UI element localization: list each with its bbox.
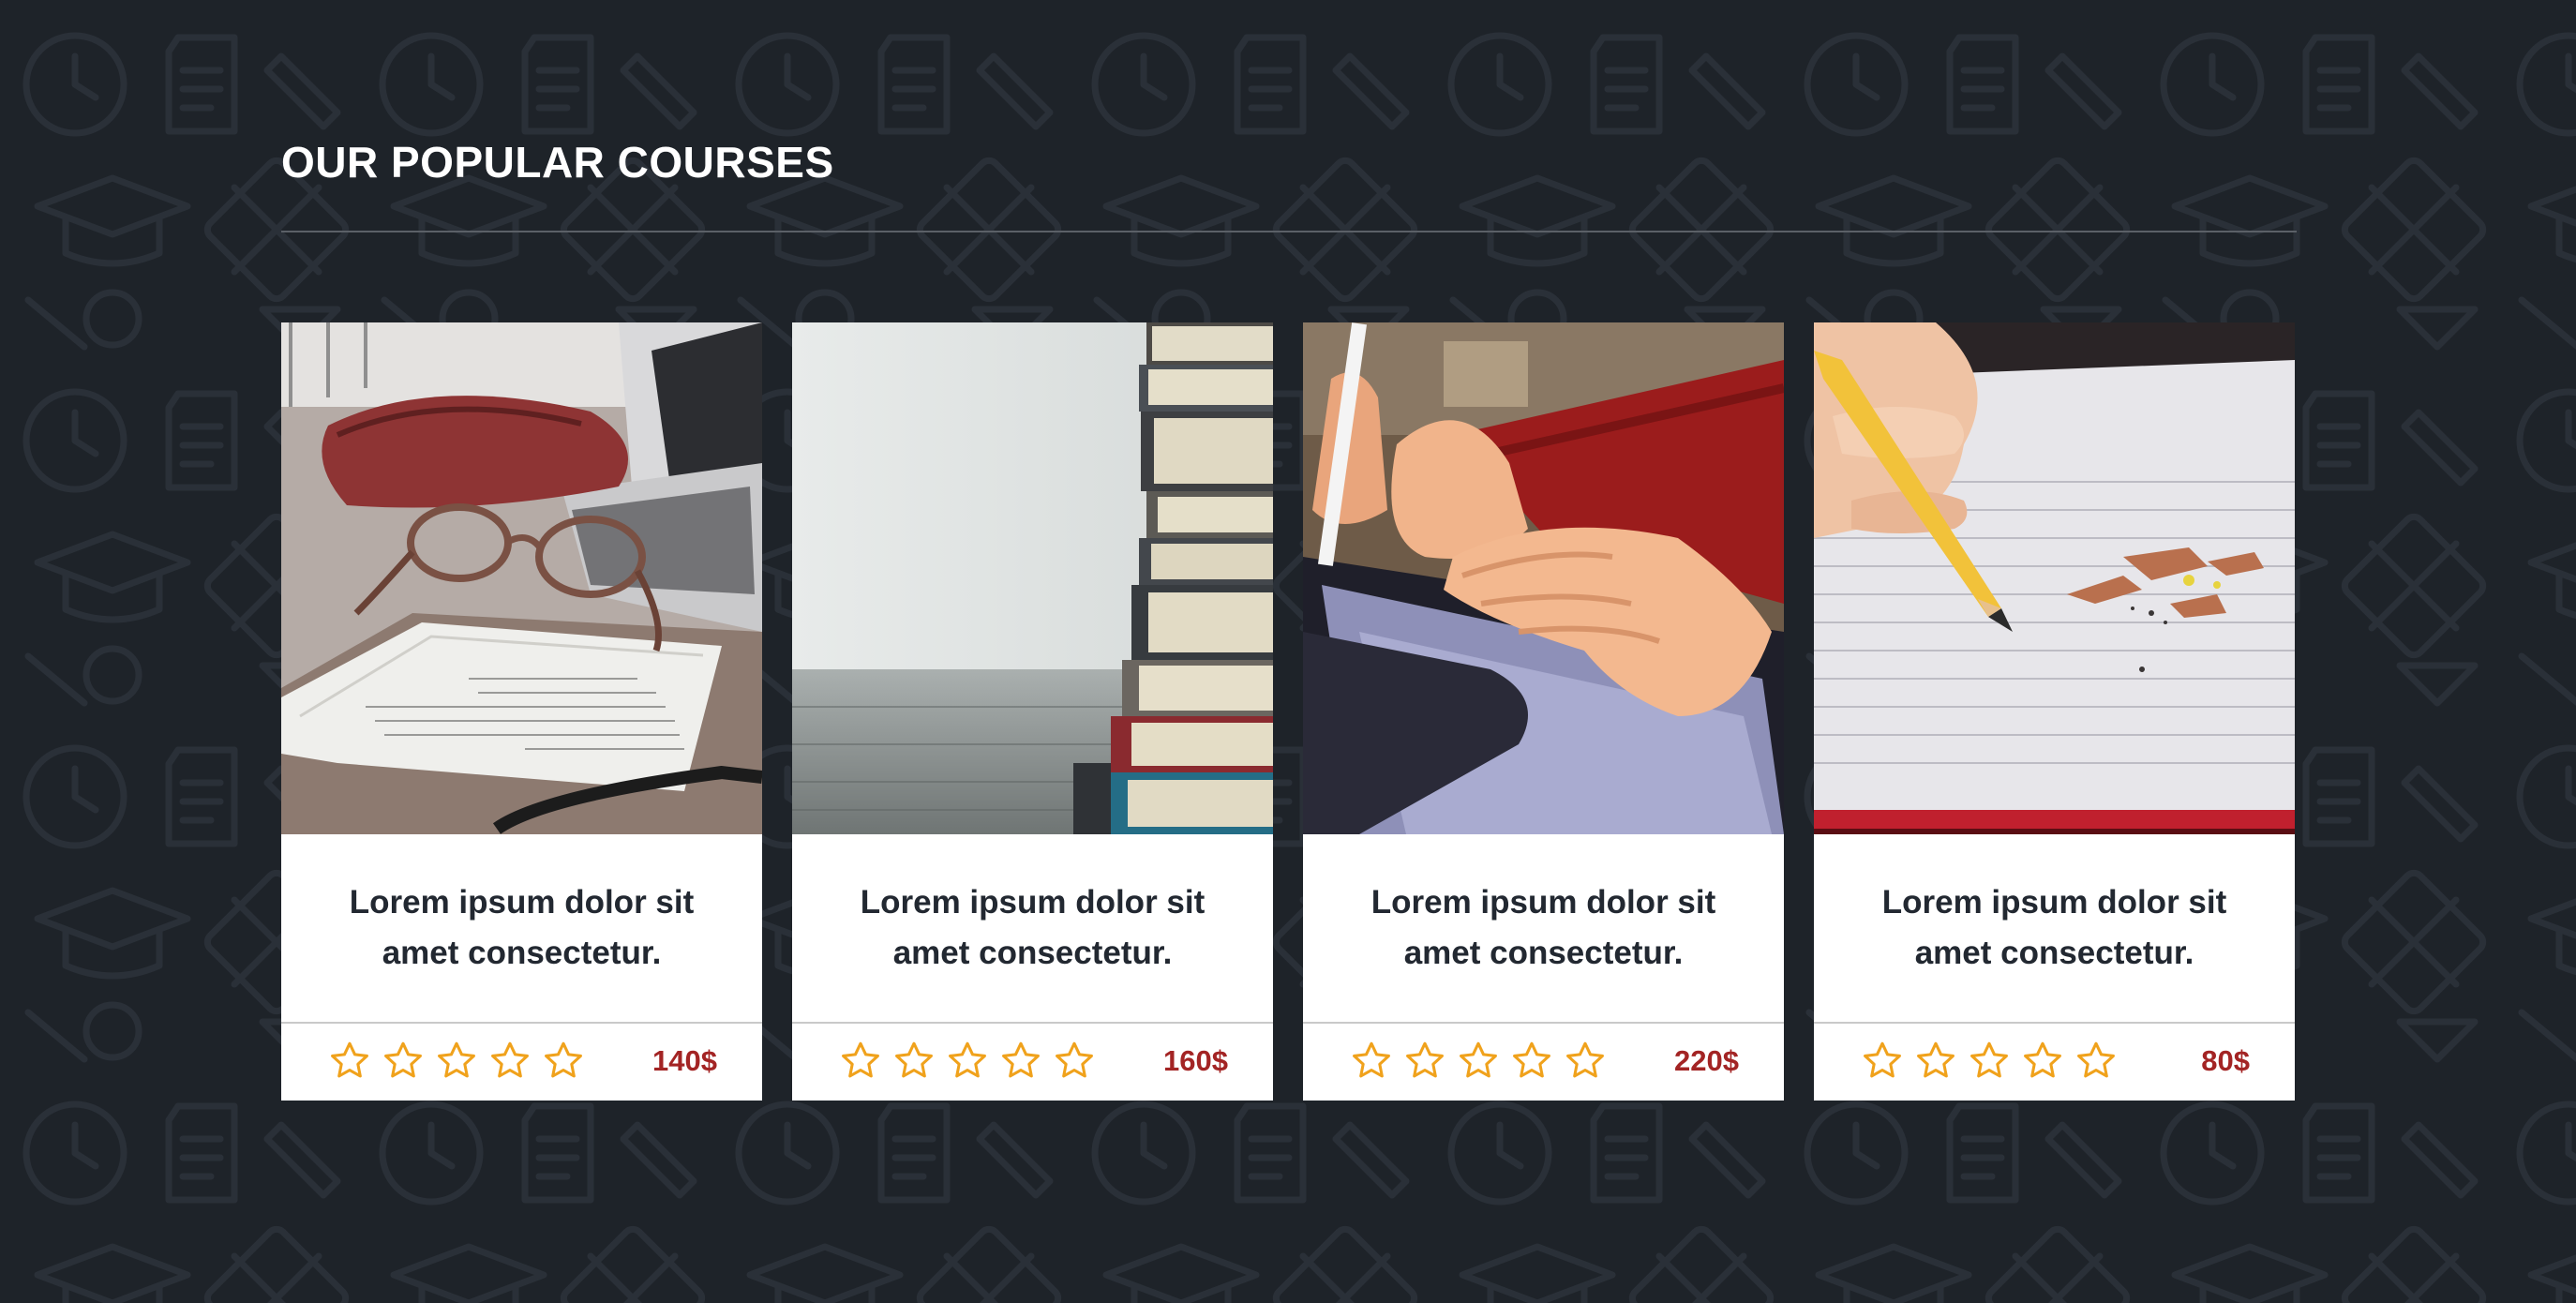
- section-title: OUR POPULAR COURSES: [281, 138, 834, 187]
- star-outline-icon: [1970, 1041, 2008, 1078]
- star-outline-icon: [331, 1041, 368, 1078]
- course-title[interactable]: Lorem ipsum dolor sit amet consectetur.: [836, 877, 1230, 979]
- star-outline-icon: [1406, 1041, 1444, 1078]
- card-footer: 220$: [1303, 1022, 1784, 1099]
- card-footer: 140$: [281, 1022, 762, 1099]
- star-outline-icon: [1513, 1041, 1550, 1078]
- star-outline-icon: [895, 1041, 933, 1078]
- star-outline-icon: [1917, 1041, 1954, 1078]
- course-title[interactable]: Lorem ipsum dolor sit amet consectetur.: [325, 877, 719, 979]
- course-price: 220$: [1674, 1044, 1739, 1077]
- star-outline-icon: [2024, 1041, 2061, 1078]
- course-price: 140$: [652, 1044, 717, 1077]
- star-outline-icon: [2077, 1041, 2115, 1078]
- star-outline-icon: [1056, 1041, 1093, 1078]
- course-card[interactable]: Lorem ipsum dolor sit amet consectetur. …: [792, 322, 1273, 1101]
- star-outline-icon: [1002, 1041, 1040, 1078]
- rating-stars: [1350, 1040, 1607, 1083]
- course-price: 80$: [2201, 1044, 2250, 1077]
- course-title[interactable]: Lorem ipsum dolor sit amet consectetur.: [1347, 877, 1741, 979]
- star-outline-icon: [1864, 1041, 1901, 1078]
- star-outline-icon: [1353, 1041, 1390, 1078]
- card-footer: 80$: [1814, 1022, 2295, 1099]
- rating-stars: [839, 1040, 1096, 1083]
- star-outline-icon: [438, 1041, 475, 1078]
- course-image-tablet[interactable]: [1303, 322, 1784, 834]
- course-title[interactable]: Lorem ipsum dolor sit amet consectetur.: [1858, 877, 2252, 979]
- course-image-books[interactable]: [792, 322, 1273, 834]
- course-image-notebook[interactable]: [281, 322, 762, 834]
- course-card[interactable]: Lorem ipsum dolor sit amet consectetur. …: [1303, 322, 1784, 1101]
- star-outline-icon: [1566, 1041, 1604, 1078]
- course-card[interactable]: Lorem ipsum dolor sit amet consectetur. …: [281, 322, 762, 1101]
- course-image-pencil[interactable]: [1814, 322, 2295, 834]
- star-outline-icon: [1460, 1041, 1497, 1078]
- star-outline-icon: [491, 1041, 529, 1078]
- rating-stars: [328, 1040, 585, 1083]
- star-outline-icon: [545, 1041, 582, 1078]
- card-footer: 160$: [792, 1022, 1273, 1099]
- star-outline-icon: [842, 1041, 879, 1078]
- star-outline-icon: [949, 1041, 986, 1078]
- rating-stars: [1861, 1040, 2118, 1083]
- title-divider: [281, 231, 2297, 232]
- star-outline-icon: [384, 1041, 422, 1078]
- course-card[interactable]: Lorem ipsum dolor sit amet consectetur. …: [1814, 322, 2295, 1101]
- course-price: 160$: [1163, 1044, 1228, 1077]
